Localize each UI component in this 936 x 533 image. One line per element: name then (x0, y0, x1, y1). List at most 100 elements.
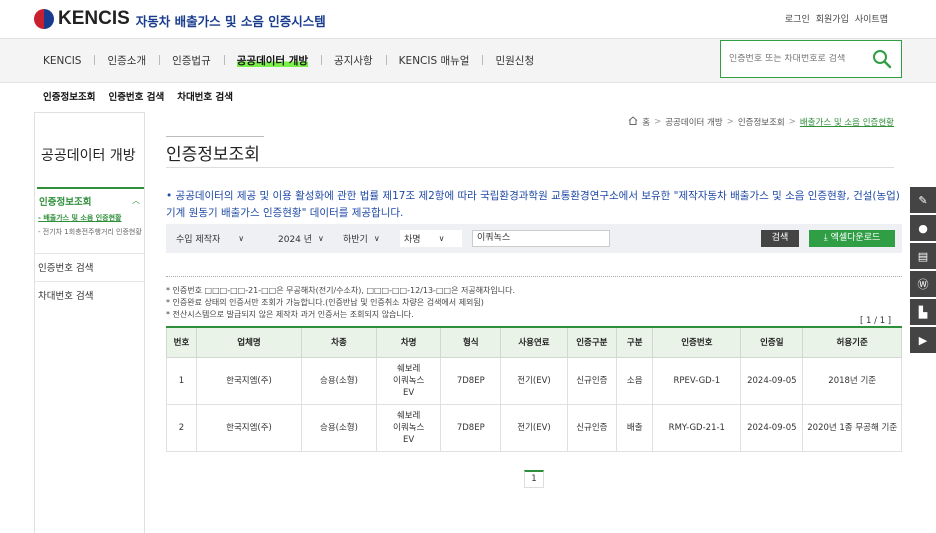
table-row[interactable]: 2 한국지엠(주) 승용(소형) 쉐보레 이쿼녹스 EV 7D8EP 전기(EV… (166, 403, 902, 452)
table-cell: 7D8EP (440, 356, 502, 405)
table-cell: 승용(소형) (301, 356, 377, 405)
col-header: 인증번호 (652, 326, 742, 358)
half-value: 하반기 (343, 235, 368, 245)
note-line: * 인증번호 □□□-□□-21-□□은 무공해차(전기/수소차), □□□-□… (166, 286, 516, 295)
col-header: 차명 (375, 326, 442, 358)
nav-notice[interactable]: 공지사항 (321, 53, 386, 68)
breadcrumb-home[interactable]: 홈 (642, 116, 650, 128)
table-cell: 신규인증 (566, 356, 617, 405)
home-icon[interactable] (628, 116, 638, 128)
chevron-right-icon: > (726, 117, 734, 127)
breadcrumb-current[interactable]: 배출가스 및 소음 인증현황 (800, 116, 894, 128)
search-icon[interactable] (872, 49, 892, 72)
document-icon[interactable]: ▤ (910, 243, 936, 269)
won-icon[interactable]: Ⓦ (910, 271, 936, 297)
chevron-down-icon: ∨ (238, 234, 245, 243)
intro-text: • 공공데이터의 제공 및 이용 활성화에 관한 법률 제17조 제2항에 따라… (166, 190, 900, 219)
col-header: 차종 (301, 326, 377, 358)
pagination-page-1[interactable]: 1 (524, 470, 544, 488)
nav-manual[interactable]: KENCIS 매뉴얼 (385, 53, 483, 68)
logo-subtitle: 자동차 배출가스 및 소음 인증시스템 (135, 14, 326, 29)
login-link[interactable]: 로그인 (785, 12, 810, 25)
search-input[interactable] (729, 54, 869, 64)
note-line: * 인증완료 상태의 인증서만 조회가 가능합니다.(인증반납 및 인증취소 차… (166, 298, 484, 307)
page-info: [ 1 / 1 ] (860, 316, 892, 326)
subnav-vin-search[interactable]: 차대번호 검색 (177, 89, 233, 103)
download-icon: ⤓ (823, 233, 828, 243)
logo-text: KENCIS (58, 8, 130, 29)
table-row[interactable]: 1 한국지엠(주) 승용(소형) 쉐보레 이쿼녹스 EV 7D8EP 전기(EV… (166, 356, 902, 405)
table-cell: 쉐보레 이쿼녹스 EV (375, 356, 442, 405)
col-header: 구분 (615, 326, 654, 358)
table-cell: 2 (166, 403, 197, 452)
table-cell: 전기(EV) (500, 403, 568, 452)
sitemap-link[interactable]: 사이트맵 (855, 12, 888, 25)
nav-open-data[interactable]: 공공데이터 개방 (223, 53, 321, 68)
table-cell: 승용(소형) (301, 403, 377, 452)
breadcrumb-open-data[interactable]: 공공데이터 개방 (665, 116, 722, 128)
half-select[interactable]: 하반기 ∨ (343, 230, 380, 247)
sidebar-title: 공공데이터 개방 (41, 148, 136, 164)
maker-type-select[interactable]: 수입 제작자 ∨ (176, 230, 244, 247)
breadcrumb-cert-info[interactable]: 인증정보조회 (738, 116, 785, 128)
site-logo[interactable]: KENCIS 자동차 배출가스 및 소음 인증시스템 (34, 8, 326, 30)
table-cell: 2024-09-05 (740, 403, 804, 452)
sidebar-item-vin-search[interactable]: 차대번호 검색 (35, 281, 144, 308)
notes: * 인증번호 □□□-□□-21-□□은 무공해차(전기/수소차), □□□-□… (166, 285, 515, 321)
quick-menu: ✎ ● ▤ Ⓦ ▙ ▶ (910, 187, 936, 355)
global-search (720, 40, 902, 78)
title-accent-line (166, 136, 264, 137)
note-line: * 전산시스템으로 발급되지 않은 제작차 과거 인증서는 조회되지 않습니다. (166, 310, 414, 319)
breadcrumb: 홈 > 공공데이터 개방 > 인증정보조회 > 배출가스 및 소음 인증현황 (628, 116, 894, 128)
table-cell: 1 (166, 356, 197, 405)
left-sidebar: 공공데이터 개방 인증정보조회 ︿ - 배출가스 및 소음 인증현황 - 전기차… (34, 112, 145, 533)
table-cell: 쉐보레 이쿼녹스 EV (375, 403, 442, 452)
sidebar-item-cert-number-search[interactable]: 인증번호 검색 (35, 253, 144, 280)
field-value: 차명 (404, 235, 421, 245)
nav-intro[interactable]: 인증소개 (94, 53, 159, 68)
dotted-divider (166, 276, 902, 277)
chart-icon[interactable]: ▙ (910, 299, 936, 325)
col-header: 업체명 (196, 326, 302, 358)
chevron-right-icon: > (654, 117, 662, 127)
chevron-right-icon: > (788, 117, 796, 127)
search-button[interactable]: 검색 (761, 230, 799, 247)
sidebar-sub-ev-range[interactable]: - 전기차 1회충전주행거리 인증현황 (38, 227, 145, 238)
subnav-cert-info[interactable]: 인증정보조회 (43, 89, 95, 103)
table-cell: 전기(EV) (500, 356, 568, 405)
taegeuk-logo-icon (34, 9, 54, 29)
table-cell: 배출 (615, 403, 654, 452)
year-select[interactable]: 2024 년 ∨ (278, 230, 324, 247)
subnav-cert-number-search[interactable]: 인증번호 검색 (108, 89, 164, 103)
person-icon[interactable]: ● (910, 215, 936, 241)
sidebar-category-cert-info[interactable]: 인증정보조회 ︿ (37, 187, 144, 208)
page-title: 인증정보조회 (166, 145, 260, 165)
field-select[interactable]: 차명 ∨ (400, 230, 462, 247)
sidebar-submenu: - 배출가스 및 소음 인증현황 - 전기차 1회충전주행거리 인증현황 (38, 213, 145, 238)
filter-bar: 수입 제작자 ∨ 2024 년 ∨ 하반기 ∨ 차명 ∨ 이쿼녹스 검색 ⤓ 엑… (166, 224, 902, 253)
excel-download-label: 엑셀다운로드 (830, 233, 881, 243)
play-icon[interactable]: ▶ (910, 327, 936, 353)
nav-kencis[interactable]: KENCIS (43, 55, 94, 67)
main-nav: KENCIS 인증소개 인증법규 공공데이터 개방 공지사항 KENCIS 매뉴… (0, 38, 936, 83)
table-header-row: 번호 업체명 차종 차명 형식 사용연료 인증구분 구분 인증번호 인증일 허용… (166, 326, 902, 358)
col-header: 번호 (166, 326, 197, 358)
table-cell: RPEV-GD-1 (652, 356, 742, 405)
pencil-icon[interactable]: ✎ (910, 187, 936, 213)
nav-law[interactable]: 인증법규 (159, 53, 224, 68)
col-header: 허용기준 (802, 326, 902, 358)
chevron-up-icon: ︿ (132, 196, 140, 205)
results-table: 번호 업체명 차종 차명 형식 사용연료 인증구분 구분 인증번호 인증일 허용… (166, 326, 902, 452)
table-cell: 소음 (615, 356, 654, 405)
signup-link[interactable]: 회원가입 (816, 12, 849, 25)
table-cell: 2024-09-05 (740, 356, 804, 405)
maker-type-value: 수입 제작자 (176, 235, 221, 245)
excel-download-button[interactable]: ⤓ 엑셀다운로드 (809, 230, 895, 247)
keyword-input[interactable]: 이쿼녹스 (472, 230, 610, 247)
sub-nav: 인증정보조회 인증번호 검색 차대번호 검색 (43, 89, 233, 103)
sidebar-sub-emission-noise[interactable]: - 배출가스 및 소음 인증현황 (38, 213, 145, 224)
table-cell: 2018년 기준 (802, 356, 902, 405)
sidebar-category-label: 인증정보조회 (39, 197, 92, 208)
top-bar: KENCIS 자동차 배출가스 및 소음 인증시스템 로그인 회원가입 사이트맵 (0, 0, 936, 38)
nav-petition[interactable]: 민원신청 (482, 53, 547, 68)
